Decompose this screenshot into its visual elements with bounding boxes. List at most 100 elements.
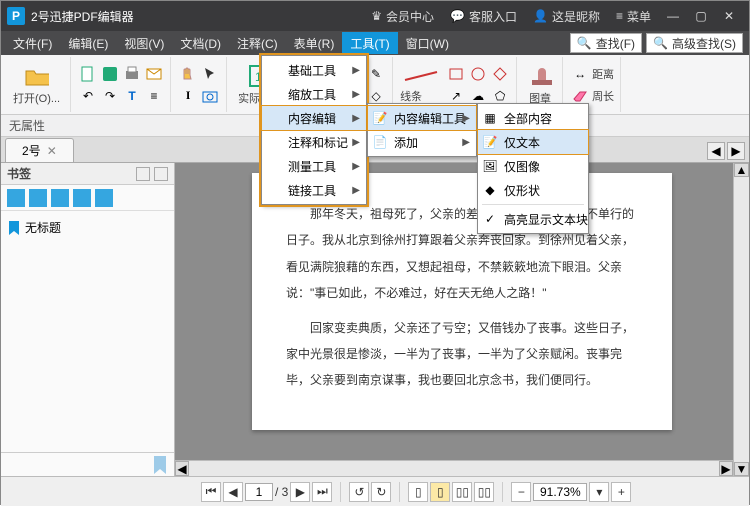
lines-label: 线条 xyxy=(400,88,440,104)
email-button[interactable] xyxy=(144,64,164,84)
circle-shape[interactable] xyxy=(468,64,488,84)
print-button[interactable] xyxy=(122,64,142,84)
zoom-dropdown-button[interactable]: ▾ xyxy=(589,482,609,502)
mi-add[interactable]: 📄添加▶ xyxy=(368,130,476,154)
member-center-button[interactable]: ♛会员中心 xyxy=(363,1,442,31)
bm-del-button[interactable] xyxy=(29,189,47,207)
sidebar-options-button[interactable] xyxy=(136,167,150,181)
mi-highlight-text-block[interactable]: ✓高亮显示文本块 xyxy=(478,207,588,231)
page-number-input[interactable] xyxy=(245,483,273,501)
menu-tools[interactable]: 工具(T) xyxy=(342,32,397,54)
maximize-button[interactable]: ▢ xyxy=(687,1,715,31)
menu-view[interactable]: 视图(V) xyxy=(116,32,172,54)
bookmark-icon xyxy=(7,220,21,236)
all-icon: ▦ xyxy=(482,110,498,126)
mi-measure-tools[interactable]: 测量工具▶ xyxy=(262,154,366,178)
rect-shape[interactable] xyxy=(446,64,466,84)
poly-shape[interactable] xyxy=(490,64,510,84)
zoom-in-button[interactable]: + xyxy=(611,482,631,502)
line-options[interactable] xyxy=(400,66,440,86)
bm-tool-5[interactable] xyxy=(95,189,113,207)
main-menu-button[interactable]: ≡菜单 xyxy=(608,1,659,31)
menu-edit[interactable]: 编辑(E) xyxy=(60,32,116,54)
scroll-up-button[interactable]: ▲ xyxy=(734,163,749,177)
bm-add-button[interactable] xyxy=(7,189,25,207)
list-tool-button[interactable]: ≡ xyxy=(144,86,164,106)
mi-basic-tools[interactable]: 基础工具▶ xyxy=(262,58,366,82)
submenu-arrow-icon: ▶ xyxy=(352,137,360,148)
mi-shape-only[interactable]: ◆仅形状 xyxy=(478,178,588,202)
add-icon: 📄 xyxy=(372,134,388,150)
zoom-out-button[interactable]: − xyxy=(511,482,531,502)
mi-zoom-tools[interactable]: 缩放工具▶ xyxy=(262,82,366,106)
new-doc-button[interactable] xyxy=(78,64,98,84)
snapshot-button[interactable] xyxy=(200,86,220,106)
layout-single-button[interactable]: ▯ xyxy=(408,482,428,502)
stamp-button[interactable]: 图章 xyxy=(524,62,556,108)
check-icon: ✓ xyxy=(482,211,498,227)
select-tool-button[interactable] xyxy=(200,64,220,84)
redo-button[interactable]: ↷ xyxy=(100,86,120,106)
rotate-right-button[interactable]: ↻ xyxy=(371,482,391,502)
text-select-button[interactable]: I xyxy=(178,86,198,106)
search-icon: 🔍 xyxy=(653,36,668,50)
menu-window[interactable]: 窗口(W) xyxy=(398,32,457,54)
layout-continuous-button[interactable]: ▯ xyxy=(430,482,450,502)
perimeter-label: 周长 xyxy=(592,88,614,104)
tab-scroll-right[interactable]: ▶ xyxy=(727,142,745,160)
next-page-button[interactable]: ▶ xyxy=(290,482,310,502)
layout-facing-cont-button[interactable]: ▯▯ xyxy=(474,482,494,502)
first-page-button[interactable]: ⏮ xyxy=(201,482,221,502)
save-button[interactable] xyxy=(100,64,120,84)
open-button[interactable]: 打开(O)... xyxy=(9,62,64,108)
image-icon: 🖼 xyxy=(482,158,498,174)
minimize-button[interactable]: ― xyxy=(659,1,687,31)
tab-close-button[interactable]: ✕ xyxy=(47,144,57,158)
nickname-label[interactable]: 👤这是昵称 xyxy=(525,1,608,31)
support-button[interactable]: 💬客服入口 xyxy=(442,1,525,31)
scroll-down-button[interactable]: ▼ xyxy=(734,462,749,476)
chat-icon: 💬 xyxy=(450,9,465,23)
mi-content-edit-tool[interactable]: 📝内容编辑工具▶ xyxy=(368,106,476,130)
last-page-button[interactable]: ⏭ xyxy=(312,482,332,502)
layout-facing-button[interactable]: ▯▯ xyxy=(452,482,472,502)
document-view[interactable]: 那年冬天，祖母死了，父亲的差使也交卸了，正是祸不单行的日子。我从北京到徐州打算跟… xyxy=(175,163,749,476)
tab-label: 2号 xyxy=(22,142,41,159)
vertical-scrollbar[interactable]: ▲ ▼ xyxy=(733,163,749,476)
menu-form[interactable]: 表单(R) xyxy=(286,32,343,54)
undo-button[interactable]: ↶ xyxy=(78,86,98,106)
menu-comment[interactable]: 注释(C) xyxy=(229,32,286,54)
tab-scroll-left[interactable]: ◀ xyxy=(707,142,725,160)
scroll-left-button[interactable]: ◀ xyxy=(175,461,189,476)
prev-page-button[interactable]: ◀ xyxy=(223,482,243,502)
bm-tool-4[interactable] xyxy=(73,189,91,207)
mi-image-only[interactable]: 🖼仅图像 xyxy=(478,154,588,178)
menu-document[interactable]: 文档(D) xyxy=(172,32,229,54)
close-button[interactable]: ✕ xyxy=(715,1,743,31)
zoom-input[interactable] xyxy=(533,483,587,501)
scroll-track[interactable] xyxy=(734,177,749,462)
mi-link-tools[interactable]: 链接工具▶ xyxy=(262,178,366,202)
bookmark-toolbar xyxy=(1,185,174,211)
scroll-right-button[interactable]: ▶ xyxy=(719,461,733,476)
horizontal-scrollbar[interactable]: ◀ ▶ xyxy=(175,460,733,476)
sidebar-close-button[interactable] xyxy=(154,167,168,181)
mi-all-content[interactable]: ▦全部内容 xyxy=(478,106,588,130)
mi-text-only[interactable]: 📝仅文本 xyxy=(478,130,588,154)
bookmark-item[interactable]: 无标题 xyxy=(7,217,168,238)
text-tool-button[interactable]: T xyxy=(122,86,142,106)
highlight-tool-button[interactable]: ✎ xyxy=(366,64,386,84)
menu-file[interactable]: 文件(F) xyxy=(5,32,60,54)
document-tab[interactable]: 2号 ✕ xyxy=(5,138,74,162)
mi-content-edit[interactable]: 内容编辑▶ xyxy=(262,106,366,130)
mi-annot-tools[interactable]: 注释和标记▶ xyxy=(262,130,366,154)
distance-label: 距离 xyxy=(592,66,614,82)
adv-find-button[interactable]: 🔍高级查找(S) xyxy=(646,33,743,53)
hand-tool-button[interactable] xyxy=(178,64,198,84)
rotate-left-button[interactable]: ↺ xyxy=(349,482,369,502)
find-button[interactable]: 🔍查找(F) xyxy=(570,33,642,53)
bm-tool-3[interactable] xyxy=(51,189,69,207)
scroll-track-h[interactable] xyxy=(189,461,719,476)
distance-button[interactable]: ↔ xyxy=(570,64,590,84)
tools-menu-popup: 基础工具▶ 缩放工具▶ 内容编辑▶ 注释和标记▶ 测量工具▶ 链接工具▶ xyxy=(261,55,367,205)
